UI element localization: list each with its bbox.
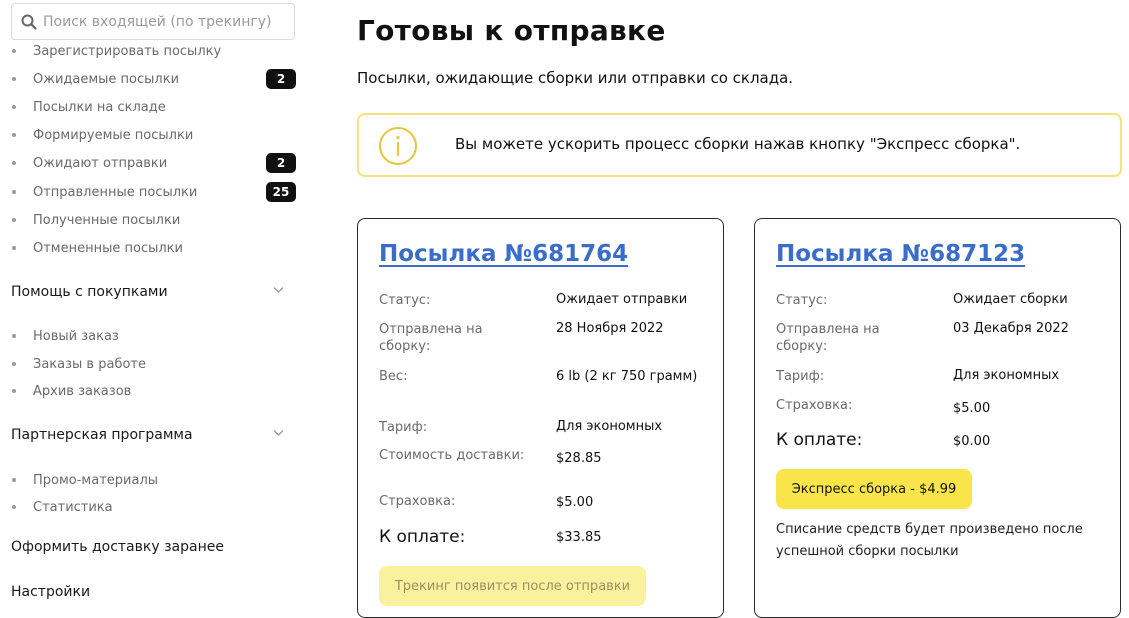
sidebar-section-partner-program[interactable]: Партнерская программа [11, 424, 296, 446]
weight-value: 6 lb (2 кг 750 грамм) [556, 369, 698, 384]
sidebar-item-label: Ожидают отправки [33, 155, 168, 171]
tariff-value: Для экономных [953, 368, 1060, 383]
count-badge: 2 [266, 153, 296, 173]
sidebar-item-sent-parcels[interactable]: Отправленные посылки 25 [11, 181, 296, 203]
sidebar-item-label: Новый заказ [33, 328, 119, 344]
tariff-label: Тариф: [379, 420, 428, 435]
insurance-label: Страховка: [379, 494, 456, 509]
bullet-icon [12, 218, 16, 222]
sidebar-item-label: Промо-материалы [33, 472, 159, 488]
insurance-label: Страховка: [776, 398, 853, 413]
sidebar-item-register-parcel[interactable]: Зарегистрировать посылку [11, 40, 296, 62]
express-assembly-button[interactable]: Экспресс сборка - $4.99 [776, 469, 972, 509]
section-title: Партнерская программа [11, 427, 193, 443]
bullet-icon [12, 505, 16, 509]
total-label: К оплате: [379, 527, 466, 547]
count-badge: 2 [266, 69, 296, 89]
section-title: Оформить доставку заранее [11, 539, 224, 555]
sent-value: 28 Ноября 2022 [556, 321, 664, 336]
sidebar-item-label: Отправленные посылки [33, 184, 198, 200]
insurance-value: $5.00 [556, 495, 594, 510]
bullet-icon [12, 49, 16, 53]
sidebar-item-label: Полученные посылки [33, 212, 181, 228]
sidebar-item-received-parcels[interactable]: Полученные посылки [11, 209, 296, 231]
chevron-down-icon [273, 430, 284, 436]
sidebar-item-expected-parcels[interactable]: Ожидаемые посылки 2 [11, 68, 296, 90]
info-text: Вы можете ускорить процесс сборки нажав … [455, 135, 1021, 153]
tariff-label: Тариф: [776, 369, 825, 384]
search-icon [21, 14, 37, 30]
section-title: Настройки [11, 584, 91, 600]
payment-note: Списание средств будет произведено после… [776, 522, 1083, 559]
sidebar-link-prepay-delivery[interactable]: Оформить доставку заранее [11, 536, 296, 558]
bullet-icon [12, 362, 16, 366]
bullet-icon [12, 77, 16, 81]
tariff-value: Для экономных [556, 419, 663, 434]
sidebar-item-label: Посылки на складе [33, 99, 166, 115]
sidebar-section-purchase-help[interactable]: Помощь с покупками [11, 281, 296, 303]
bullet-icon [12, 161, 16, 165]
page-subtitle: Посылки, ожидающие сборки или отправки с… [357, 69, 794, 87]
sidebar-item-label: Формируемые посылки [33, 127, 194, 143]
total-value: $33.85 [556, 530, 602, 545]
sidebar-item-label: Статистика [33, 499, 113, 515]
search-input[interactable] [43, 13, 283, 30]
sidebar-item-forming-parcels[interactable]: Формируемые посылки [11, 124, 296, 146]
sent-value: 03 Декабря 2022 [953, 321, 1069, 336]
status-value: Ожидает отправки [556, 292, 688, 307]
status-value: Ожидает сборки [953, 292, 1068, 307]
search-box[interactable] [11, 3, 295, 40]
sidebar-item-orders-in-progress[interactable]: Заказы в работе [11, 353, 296, 375]
sent-label: Отправлена на сборку: [379, 322, 483, 354]
info-icon [379, 127, 417, 165]
total-value: $0.00 [953, 434, 991, 449]
parcel-title-link[interactable]: Посылка №687123 [776, 241, 1025, 267]
sidebar-item-awaiting-shipment[interactable]: Ожидают отправки 2 [11, 152, 296, 174]
chevron-down-icon [273, 287, 284, 293]
weight-label: Вес: [379, 369, 408, 384]
sidebar-item-orders-archive[interactable]: Архив заказов [11, 380, 296, 402]
sidebar-item-label: Зарегистрировать посылку [33, 43, 222, 59]
bullet-icon [12, 190, 16, 194]
sidebar-item-parcels-in-warehouse[interactable]: Посылки на складе [11, 96, 296, 118]
bullet-icon [12, 478, 16, 482]
sidebar-item-statistics[interactable]: Статистика [11, 496, 296, 518]
bullet-icon [12, 105, 16, 109]
parcel-card: Посылка №681764 Статус: Ожидает отправки… [357, 218, 724, 618]
sidebar-item-cancelled-parcels[interactable]: Отмененные посылки [11, 237, 296, 259]
sidebar-item-label: Отмененные посылки [33, 240, 183, 256]
sidebar-item-label: Архив заказов [33, 383, 132, 399]
parcel-card: Посылка №687123 Статус: Ожидает сборки О… [754, 218, 1121, 618]
bullet-icon [12, 389, 16, 393]
sidebar-item-label: Ожидаемые посылки [33, 71, 180, 87]
cost-value: $28.85 [556, 451, 602, 466]
total-label: К оплате: [776, 430, 863, 450]
sidebar-item-new-order[interactable]: Новый заказ [11, 325, 296, 347]
sidebar-item-label: Заказы в работе [33, 356, 146, 372]
status-label: Статус: [379, 293, 431, 308]
sidebar-item-promo-materials[interactable]: Промо-материалы [11, 469, 296, 491]
section-title: Помощь с покупками [11, 284, 168, 300]
bullet-icon [12, 246, 16, 250]
cost-label: Стоимость доставки: [379, 448, 525, 463]
insurance-value: $5.00 [953, 401, 991, 416]
page-title: Готовы к отправке [357, 14, 666, 47]
bullet-icon [12, 133, 16, 137]
status-label: Статус: [776, 293, 828, 308]
count-badge: 25 [266, 182, 296, 202]
info-banner: Вы можете ускорить процесс сборки нажав … [357, 113, 1122, 177]
parcel-title-link[interactable]: Посылка №681764 [379, 241, 628, 267]
bullet-icon [12, 334, 16, 338]
tracking-pending-button: Трекинг появится после отправки [379, 566, 646, 606]
sent-label: Отправлена на сборку: [776, 322, 880, 354]
